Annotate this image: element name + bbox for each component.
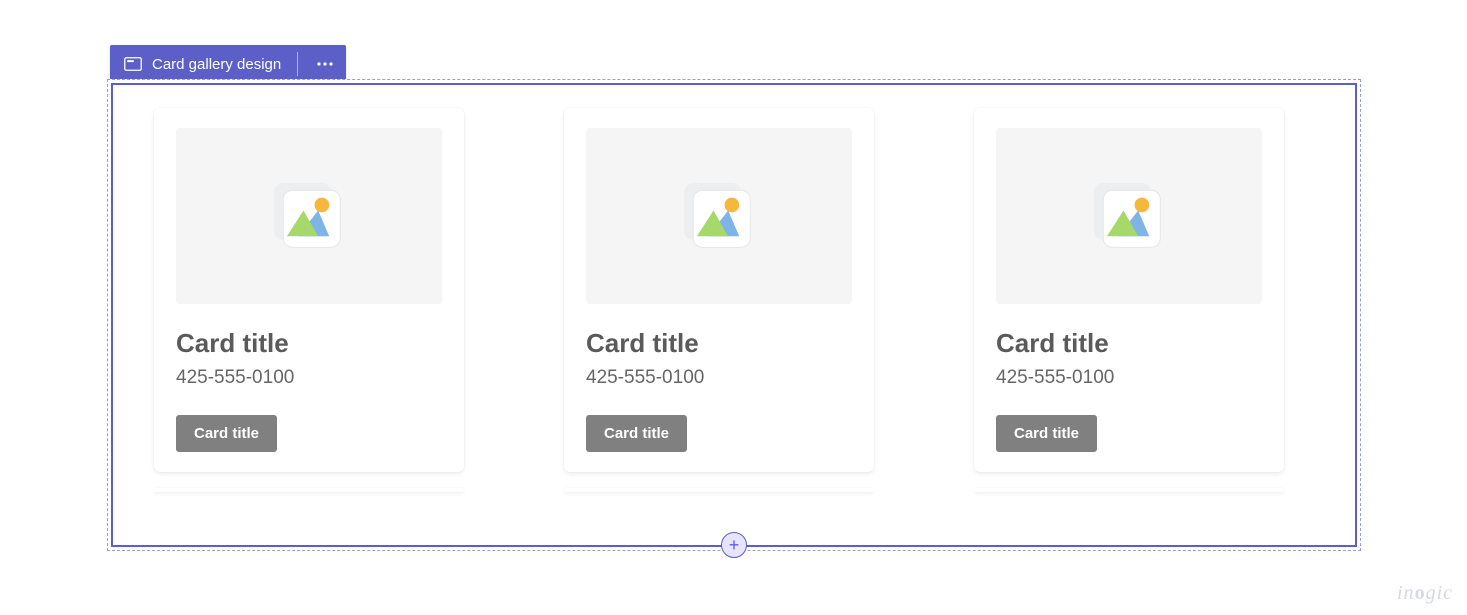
card-grid-row2 [154,488,1322,492]
image-placeholder-icon [1083,170,1175,262]
card[interactable] [974,488,1284,492]
image-placeholder-icon [263,170,355,262]
card-image-placeholder [586,128,852,304]
card-action-button[interactable]: Card title [176,415,277,452]
card-title: Card title [586,328,852,359]
card[interactable] [154,488,464,492]
selection-more-button[interactable] [310,62,340,66]
card-title: Card title [176,328,442,359]
card[interactable]: Card title 425-555-0100 Card title [564,108,874,472]
image-placeholder-icon [673,170,765,262]
card-grid: Card title 425-555-0100 Card title [154,108,1322,472]
selection-badge-divider [297,52,298,76]
design-surface: Card title 425-555-0100 Card title [107,79,1361,551]
card[interactable] [564,488,874,492]
card-image-placeholder [176,128,442,304]
card[interactable]: Card title 425-555-0100 Card title [974,108,1284,472]
card-subtitle: 425-555-0100 [586,367,852,389]
card-gallery[interactable]: Card title 425-555-0100 Card title [118,90,1350,540]
card-title: Card title [996,328,1262,359]
selection-badge-label: Card gallery design [152,56,281,73]
card-gallery-icon [124,57,142,71]
watermark: inogic [1397,582,1453,605]
card-image-placeholder [996,128,1262,304]
card[interactable]: Card title 425-555-0100 Card title [154,108,464,472]
selection-rectangle: Card title 425-555-0100 Card title [111,83,1357,547]
plus-icon: + [729,536,740,554]
card-gallery-scroll[interactable]: Card title 425-555-0100 Card title [118,90,1350,540]
selection-badge[interactable]: Card gallery design [110,45,346,83]
card-action-button[interactable]: Card title [996,415,1097,452]
card-action-button[interactable]: Card title [586,415,687,452]
card-subtitle: 425-555-0100 [996,367,1262,389]
add-control-handle[interactable]: + [721,532,747,558]
more-horizontal-icon [316,62,334,66]
card-subtitle: 425-555-0100 [176,367,442,389]
